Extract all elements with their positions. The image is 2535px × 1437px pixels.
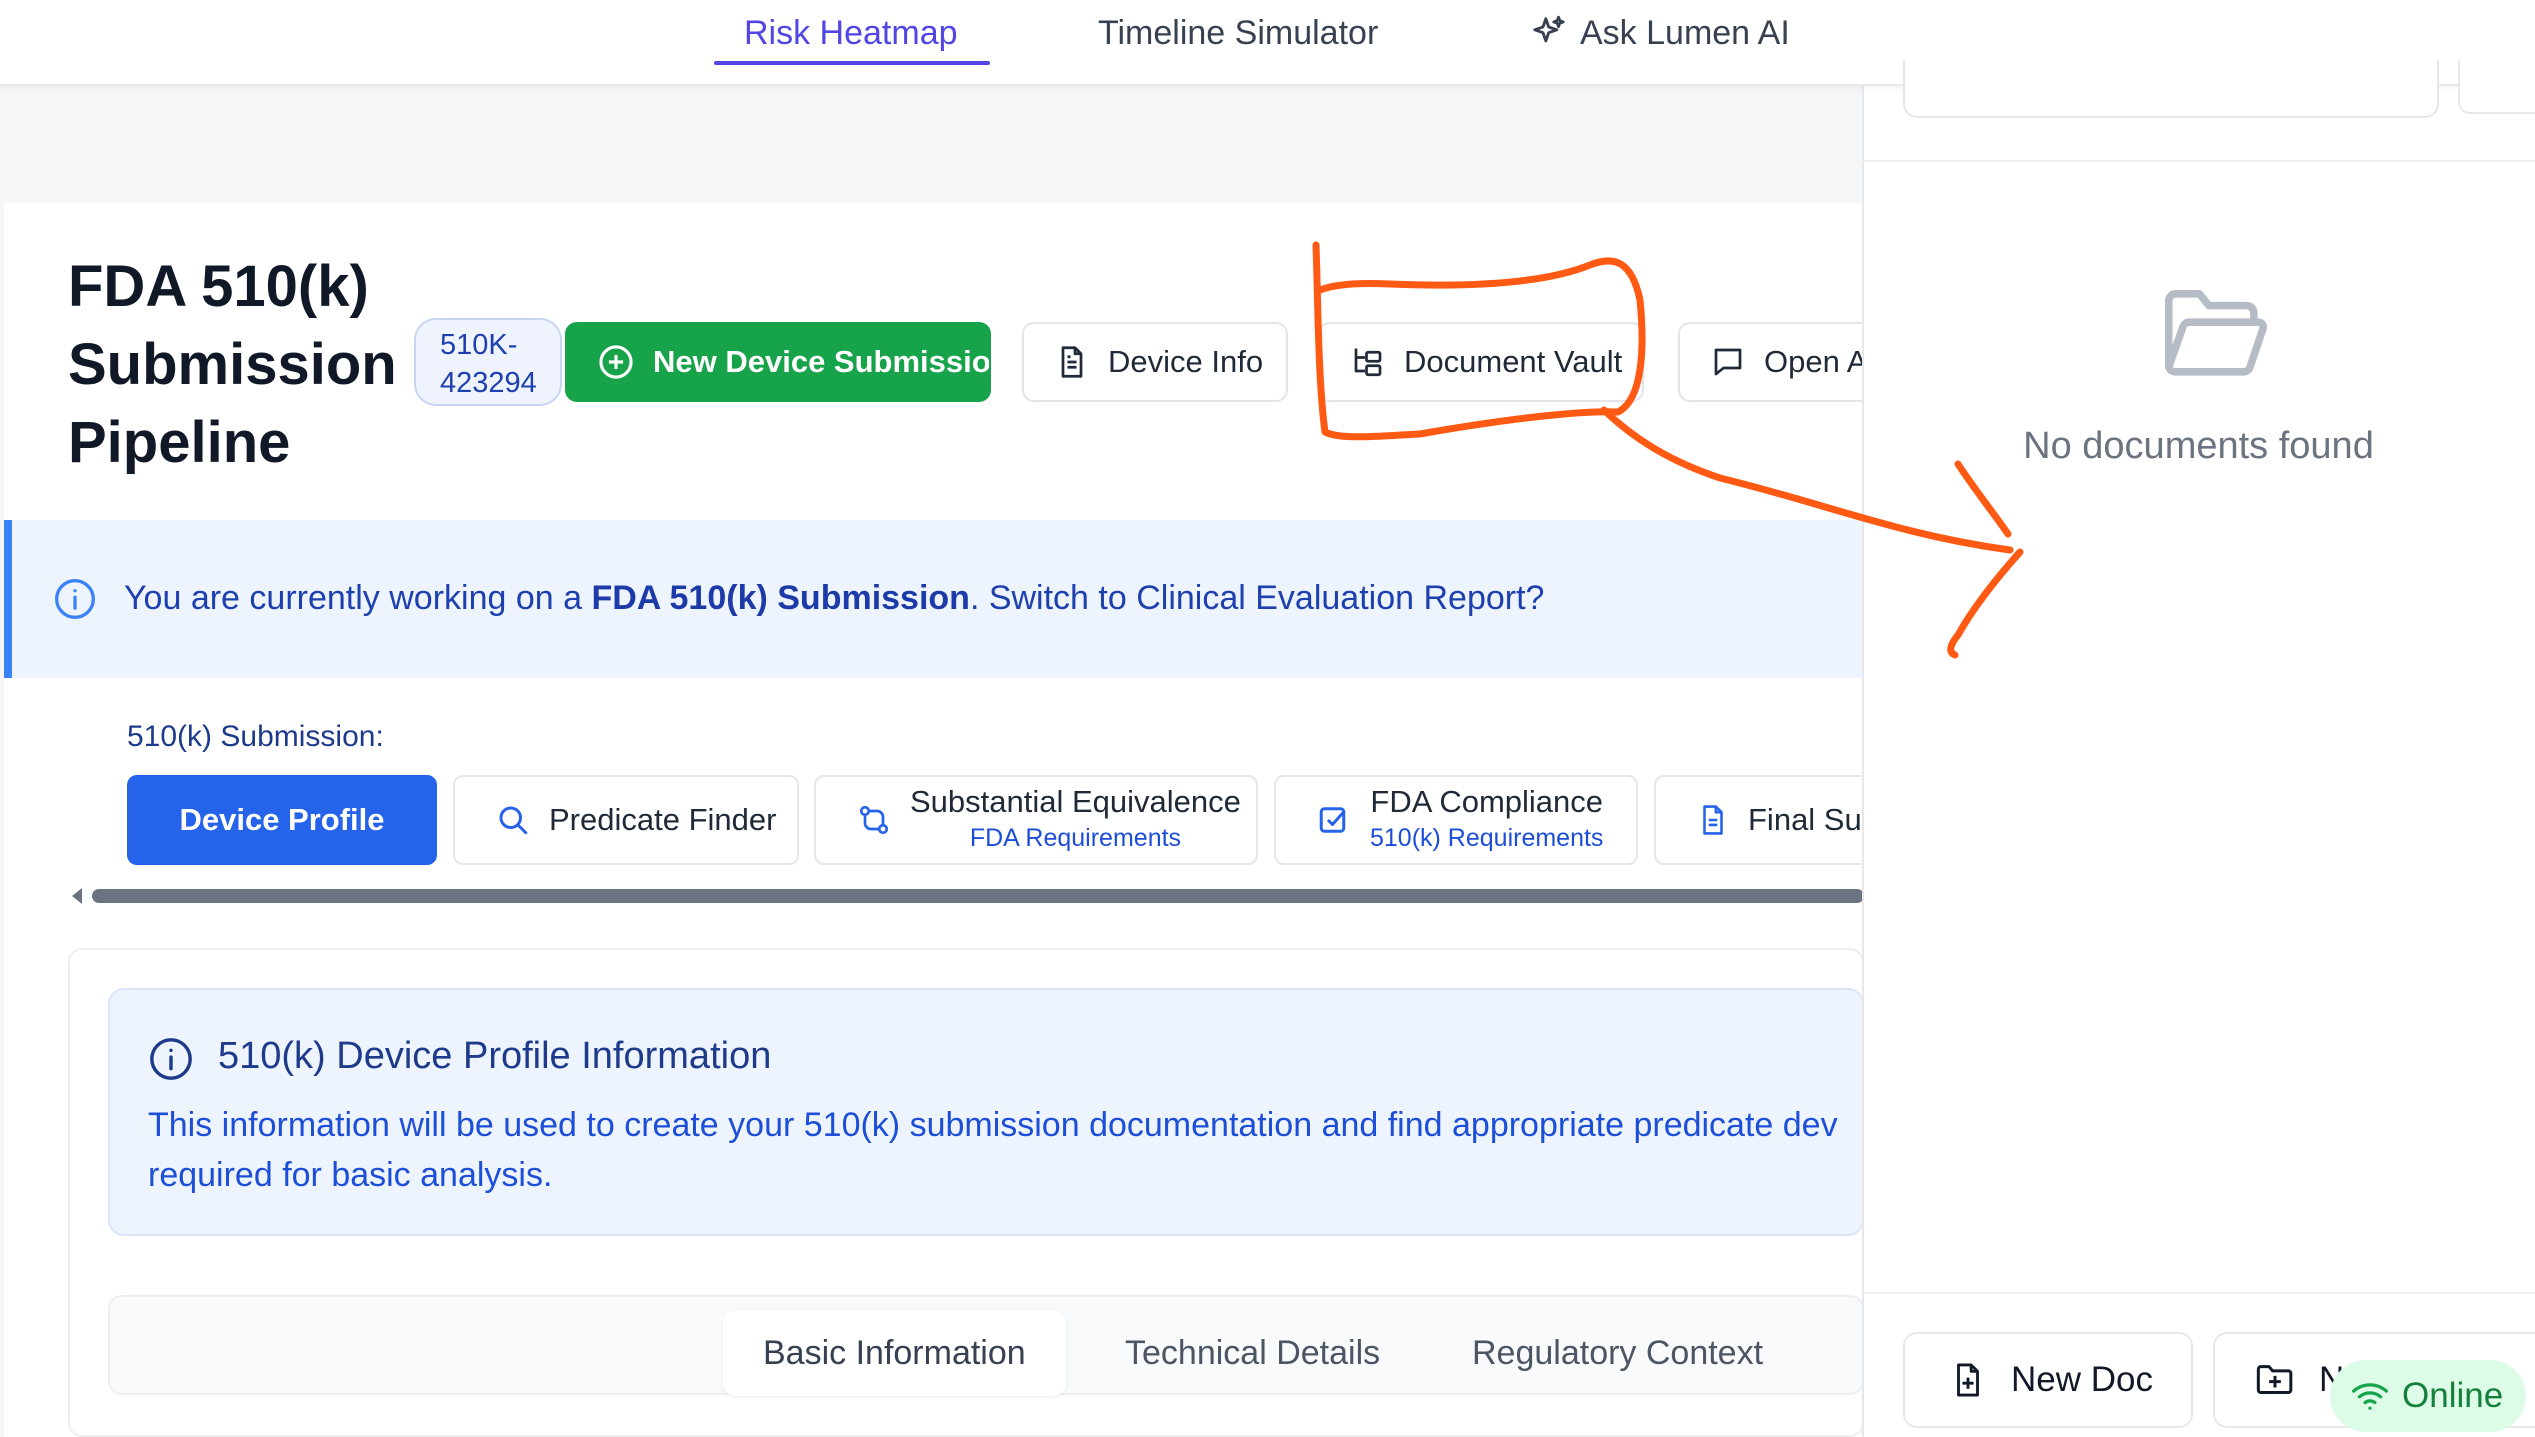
file-text-icon <box>1696 803 1730 837</box>
panel-footer-divider <box>1862 1292 2535 1294</box>
new-device-submission-button[interactable]: New Device Submission <box>565 322 991 402</box>
steps-label: 510(k) Submission: <box>127 720 384 753</box>
button-label: Document Vault <box>1404 344 1623 379</box>
step-title: Final Sub <box>1748 802 1864 837</box>
button-label: New Device Submission <box>653 344 991 379</box>
alert-highlight-link[interactable]: FDA 510(k) Submission <box>591 579 969 617</box>
tab-timeline-simulator[interactable]: Timeline Simulator <box>1098 8 1378 58</box>
horizontal-scrollbar[interactable] <box>92 889 1864 903</box>
check-square-icon <box>1316 802 1352 838</box>
page-title: FDA 510(k) Submission Pipeline <box>68 254 397 475</box>
step-predicate-finder[interactable]: Predicate Finder <box>453 775 799 865</box>
info-icon <box>53 577 97 621</box>
step-subtitle: 510(k) Requirements <box>1370 824 1604 852</box>
subtab-basic-information[interactable]: Basic Information <box>723 1310 1066 1396</box>
folder-open-icon <box>2158 282 2274 386</box>
button-label: New Doc <box>2011 1360 2153 1399</box>
tab-label: Ask Lumen AI <box>1580 13 1790 52</box>
file-plus-icon <box>1949 1361 1987 1399</box>
tab-risk-heatmap[interactable]: Risk Heatmap <box>744 8 958 58</box>
step-text: FDA Compliance 510(k) Requirements <box>1370 784 1603 856</box>
sparkles-icon <box>1530 14 1568 52</box>
document-vault-button[interactable]: Document Vault <box>1318 322 1644 402</box>
vault-search-box[interactable] <box>1903 60 2439 118</box>
active-tab-indicator <box>714 61 990 65</box>
search-icon <box>495 802 531 838</box>
info-icon <box>148 1036 194 1082</box>
button-label: Open A <box>1764 344 1864 379</box>
info-body: This information will be used to create … <box>148 1106 1838 1194</box>
tab-label: Timeline Simulator <box>1098 13 1379 52</box>
message-square-icon <box>1710 344 1746 380</box>
device-info-button[interactable]: Device Info <box>1022 322 1288 402</box>
step-title: Predicate Finder <box>549 802 777 837</box>
open-assistant-button[interactable]: Open A <box>1678 322 1864 402</box>
new-doc-button[interactable]: New Doc <box>1903 1332 2193 1428</box>
button-label: Device Info <box>1108 344 1264 379</box>
step-substantial-equivalence[interactable]: Substantial Equivalence FDA Requirements <box>814 775 1258 865</box>
vault-filter-box[interactable] <box>2458 60 2535 114</box>
file-text-icon <box>1054 344 1090 380</box>
panel-divider <box>1862 160 2535 162</box>
empty-state-text: No documents found <box>2023 425 2374 467</box>
alert-message: You are currently working on a FDA 510(k… <box>124 579 1544 618</box>
step-title: Device Profile <box>179 802 385 837</box>
submission-id-badge: 510K-423294 <box>414 318 562 406</box>
alert-suffix-link[interactable]: . Switch to Clinical Evaluation Report? <box>970 579 1545 617</box>
step-final-submission[interactable]: Final Sub <box>1654 775 1864 865</box>
step-fda-compliance[interactable]: FDA Compliance 510(k) Requirements <box>1274 775 1638 865</box>
step-text: Substantial Equivalence FDA Requirements <box>910 784 1241 856</box>
connection-status-badge: Online <box>2330 1360 2526 1432</box>
info-title: 510(k) Device Profile Information <box>218 1035 772 1077</box>
alert-prefix: You are currently working on a <box>124 579 592 617</box>
plus-circle-icon <box>597 343 635 381</box>
tab-ask-lumen-ai[interactable]: Ask Lumen AI <box>1530 8 1790 58</box>
folder-plus-icon <box>2255 1361 2295 1399</box>
git-compare-icon <box>856 802 892 838</box>
step-subtitle: FDA Requirements <box>969 824 1182 852</box>
step-device-profile[interactable]: Device Profile <box>127 775 437 865</box>
tab-label: Risk Heatmap <box>744 13 958 52</box>
step-title: Substantial Equivalence <box>910 784 1241 819</box>
subtab-regulatory-context[interactable]: Regulatory Context <box>1432 1310 1803 1396</box>
scroll-left-arrow[interactable] <box>72 888 82 904</box>
wifi-icon <box>2350 1378 2390 1414</box>
folder-tree-icon <box>1350 344 1386 380</box>
step-title: FDA Compliance <box>1370 784 1604 819</box>
subtab-technical-details[interactable]: Technical Details <box>1085 1310 1420 1396</box>
status-label: Online <box>2402 1376 2504 1415</box>
